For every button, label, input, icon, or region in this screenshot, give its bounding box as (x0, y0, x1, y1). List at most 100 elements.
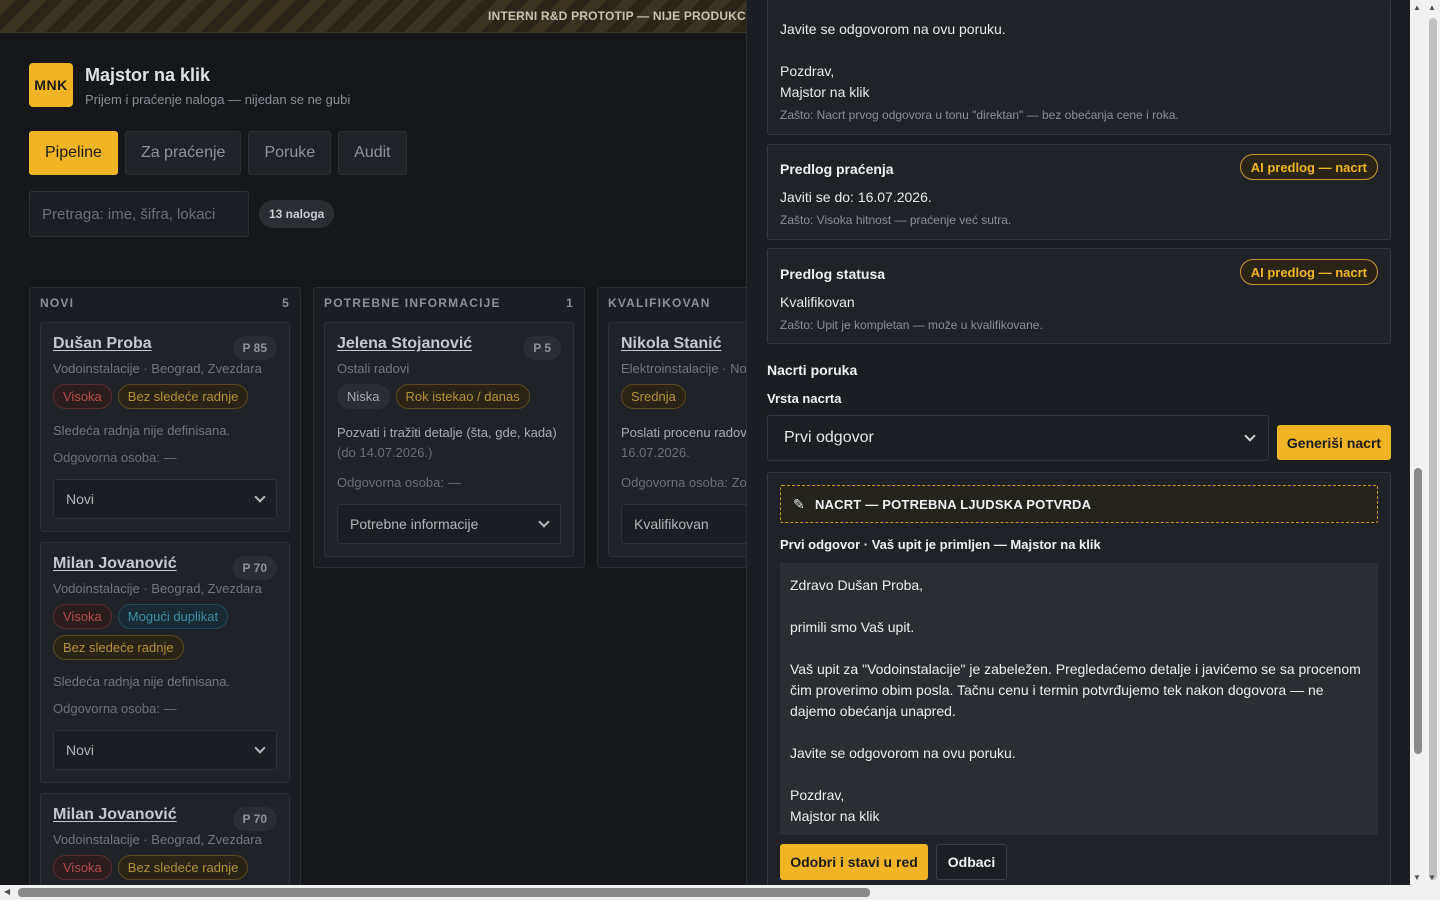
status-suggestion: Predlog statusa AI predlog — nacrt Kvali… (767, 248, 1391, 344)
next-action-date: 16.07.2026. (621, 445, 690, 460)
scroll-down-arrow-icon[interactable]: ▼ (1413, 874, 1421, 882)
main-tabs: Pipeline Za praćenje Poruke Audit (29, 131, 407, 175)
responsible-person: Odgovorna osoba: — (53, 701, 177, 716)
next-action-date: (do 14.07.2026.) (337, 445, 433, 460)
pencil-icon: ✎ (793, 495, 805, 512)
draft-paragraph: primili smo Vaš upit. (790, 619, 915, 635)
prototype-banner: INTERNI R&D PROTOTIP — NIJE PRODUKCI... (0, 0, 746, 33)
approve-queue-button[interactable]: Odobri i stavi u red (780, 844, 928, 880)
column-count: 5 (282, 296, 290, 310)
lead-card[interactable]: Nikola Stanić Elektroinstalacije · Novi … (608, 322, 746, 557)
lead-card[interactable]: Jelena Stojanović P 5 Ostali radovi Nisk… (324, 322, 574, 557)
column-kvalifikovan: KVALIFIKOVAN Nikola Stanić Elektroinstal… (597, 287, 746, 568)
column-title: NOVI (40, 296, 75, 310)
scroll-down-arrow-icon[interactable]: ▼ (1428, 874, 1436, 882)
app-title: Majstor na klik (85, 65, 211, 85)
reject-button[interactable]: Odbaci (936, 844, 1007, 880)
app-subtitle: Prijem i praćenje naloga — nijedan se ne… (85, 92, 351, 107)
order-count-badge: 13 naloga (259, 200, 335, 228)
lead-card[interactable]: Dušan Proba P 85 Vodoinstalacije · Beogr… (40, 322, 290, 532)
priority-badge: P 70 (232, 807, 277, 831)
status-select[interactable]: Kvalifikovan (621, 504, 746, 544)
urgency-badge: Visoka (53, 855, 112, 880)
urgency-badge: Niska (337, 384, 390, 409)
status-select-value: Novi (66, 491, 95, 507)
draft-type-select[interactable]: Prvi odgovor (767, 415, 1269, 461)
drawer-scroll-thumb[interactable] (1414, 468, 1422, 754)
column-title: POTREBNE INFORMACIJE (324, 296, 501, 310)
lead-name-link[interactable]: Nikola Stanić (621, 335, 746, 353)
draft-panel: ✎ NACRT — POTREBNA LJUDSKA POTVRDA Prvi … (767, 472, 1391, 885)
status-select-value: Kvalifikovan (634, 516, 709, 532)
tab-za-pracenje[interactable]: Za praćenje (124, 131, 242, 175)
lead-detail-drawer: Javite se odgovorom na ovu poruku. Pozdr… (746, 0, 1410, 885)
lead-card[interactable]: Milan Jovanović P 70 Vodoinstalacije · B… (40, 542, 290, 783)
responsible-person: Odgovorna osoba: — (337, 475, 461, 490)
draft-paragraph: Javite se odgovorom na ovu poruku. (790, 745, 1016, 761)
chevron-down-icon (254, 491, 266, 503)
lead-meta: Elektroinstalacije · Novi (621, 361, 746, 376)
status-select-value: Potrebne informacije (350, 516, 479, 532)
reason-text: Zašto: Visoka hitnost — praćenje već sut… (780, 213, 1012, 227)
status-suggestion-title: Predlog statusa (780, 266, 886, 282)
priority-badge: P 85 (232, 336, 277, 360)
human-confirmation-warning: ✎ NACRT — POTREBNA LJUDSKA POTVRDA (780, 485, 1378, 523)
draft-greeting: Zdravo Dušan Proba, (790, 577, 924, 593)
status-select[interactable]: Potrebne informacije (337, 504, 561, 544)
brand: MNK Majstor na klik Prijem i praćenje na… (29, 63, 350, 107)
status-select[interactable]: Novi (53, 730, 277, 770)
draft-paragraph: Vaš upit za "Vodoinstalacije" je zabelež… (790, 661, 1361, 719)
urgency-badge: Srednja (621, 384, 686, 409)
search-input[interactable]: Pretraga: ime, šifra, lokaci (29, 191, 249, 237)
draft-line: Majstor na klik (780, 84, 870, 100)
reason-text: Zašto: Nacrt prvog odgovora u tonu "dire… (780, 108, 1179, 122)
scroll-up-arrow-icon[interactable]: ▲ (1428, 4, 1436, 12)
warning-badge: Bez sledeće radnje (117, 384, 249, 409)
column-title: KVALIFIKOVAN (608, 296, 711, 310)
next-action-text: Poslati procenu radova (621, 425, 746, 440)
draft-message-body[interactable]: Zdravo Dušan Proba, primili smo Vaš upit… (780, 563, 1378, 835)
chevron-down-icon (1244, 430, 1256, 442)
horizontal-scroll-thumb[interactable] (18, 888, 870, 897)
scroll-up-arrow-icon[interactable]: ▲ (1413, 4, 1421, 12)
scroll-left-arrow-icon[interactable]: ◀ (4, 888, 10, 896)
reason-text: Zašto: Upit je kompletan — može u kvalif… (780, 318, 1043, 332)
lead-card[interactable]: Milan Jovanović P 70 Vodoinstalacije · B… (40, 793, 290, 885)
column-potrebne-informacije: POTREBNE INFORMACIJE 1 Jelena Stojanović… (313, 287, 585, 568)
status-select-value: Novi (66, 742, 95, 758)
previous-draft-box: Javite se odgovorom na ovu poruku. Pozdr… (767, 0, 1391, 135)
app-main: INTERNI R&D PROTOTIP — NIJE PRODUKCI... … (0, 0, 746, 885)
warning-badge: Bez sledeće radnje (117, 855, 249, 880)
next-action: Sledeća radnja nije definisana. (53, 423, 231, 438)
draft-signature: Majstor na klik (790, 808, 880, 824)
next-action-text: Pozvati i tražiti detalje (šta, gde, kad… (337, 425, 557, 440)
draft-type-value: Prvi odgovor (784, 429, 874, 446)
next-action: Pozvati i tražiti detalje (šta, gde, kad… (337, 423, 561, 463)
tab-poruke[interactable]: Poruke (248, 131, 332, 175)
lead-meta: Vodoinstalacije · Beograd, Zvezdara (53, 832, 262, 847)
followup-title: Predlog praćenja (780, 161, 894, 177)
responsible-person: Odgovorna osoba: Zo (621, 475, 746, 490)
brand-logo: MNK (29, 63, 73, 107)
draft-type-label: Vrsta nacrta (767, 391, 842, 406)
lead-meta: Vodoinstalacije · Beograd, Zvezdara (53, 361, 262, 376)
draft-subject: Prvi odgovor · Vaš upit je primljen — Ma… (780, 537, 1101, 552)
status-select[interactable]: Novi (53, 479, 277, 519)
tab-audit[interactable]: Audit (338, 131, 407, 175)
followup-suggestion: Predlog praćenja AI predlog — nacrt Javi… (767, 144, 1391, 240)
ai-suggestion-badge: AI predlog — nacrt (1239, 154, 1378, 180)
urgency-badge: Visoka (53, 384, 112, 409)
generate-draft-button[interactable]: Generiši nacrt (1277, 425, 1391, 460)
next-action: Poslati procenu radova 16.07.2026. (621, 423, 746, 463)
priority-badge: P 70 (232, 556, 277, 580)
ai-suggestion-badge: AI predlog — nacrt (1239, 259, 1378, 285)
page-scroll-thumb[interactable] (1429, 18, 1437, 880)
tab-pipeline[interactable]: Pipeline (29, 131, 118, 175)
lead-meta: Vodoinstalacije · Beograd, Zvezdara (53, 581, 262, 596)
duplicate-badge: Mogući duplikat (117, 604, 229, 629)
column-count: 1 (566, 296, 574, 310)
responsible-person: Odgovorna osoba: — (53, 450, 177, 465)
chevron-down-icon (254, 742, 266, 754)
deadline-badge: Rok istekao / danas (395, 384, 530, 409)
draft-signature: Pozdrav, (790, 787, 845, 803)
